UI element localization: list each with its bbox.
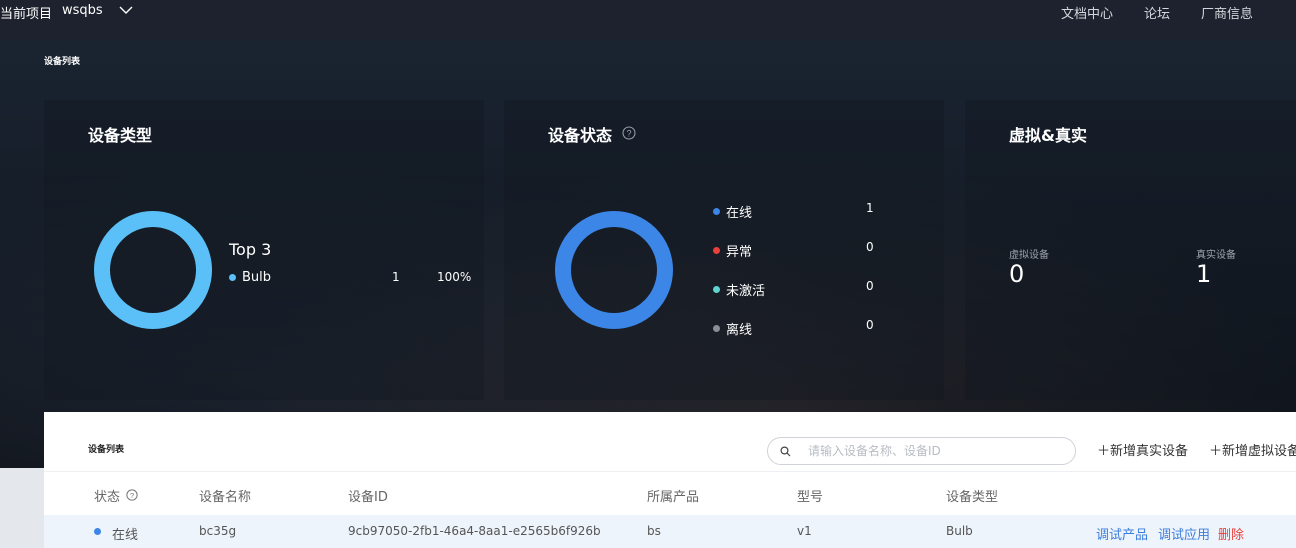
device-type-donut: [94, 211, 212, 329]
debug-application-link[interactable]: 调试应用: [1158, 524, 1210, 543]
delete-link[interactable]: 删除: [1218, 524, 1244, 543]
device-status-card: 设备状态 ? 在线 1 异常 0 未激活 0 离线 0: [504, 100, 944, 400]
column-device-id: 设备ID: [348, 490, 388, 505]
virtual-devices-label: 虚拟设备: [1009, 250, 1049, 261]
help-icon[interactable]: ?: [622, 126, 636, 140]
left-gutter: [0, 468, 44, 548]
legend-label: 离线: [726, 323, 753, 338]
add-real-device-button[interactable]: ＋新增真实设备: [1097, 440, 1188, 459]
device-status-donut: [555, 211, 673, 329]
column-model: 型号: [797, 490, 824, 505]
virtual-devices-count: 0: [1009, 260, 1025, 288]
column-device-type: 设备类型: [946, 490, 999, 505]
status-legend-offline: 离线: [713, 319, 752, 338]
device-type-card: 设备类型 Top 3 Bulb 1 100%: [44, 100, 484, 400]
column-status: 状态: [94, 490, 121, 505]
add-virtual-device-button[interactable]: ＋新增虚拟设备: [1209, 440, 1296, 459]
top3-label: Top 3: [229, 240, 272, 259]
status-count-offline: 0: [866, 318, 874, 332]
virtual-real-title: 虚拟&真实: [1009, 126, 1087, 145]
real-devices-label: 真实设备: [1196, 250, 1236, 261]
column-device-name: 设备名称: [199, 490, 252, 505]
device-status-title: 设备状态: [548, 126, 613, 145]
project-selector[interactable]: wsqbs: [62, 3, 103, 18]
row-device-id: 9cb97050-2fb1-46a4-8aa1-e2565b6f926b: [348, 524, 601, 538]
legend-dot: [713, 208, 720, 215]
legend-dot: [229, 274, 236, 281]
table-header: 状态 ? 设备名称 设备ID 所属产品 型号 设备类型: [44, 471, 1296, 515]
row-device-name: bc35g: [199, 524, 237, 538]
search-box[interactable]: [767, 437, 1076, 465]
nav-vendor-info[interactable]: 厂商信息: [1201, 3, 1253, 22]
legend-dot: [713, 325, 720, 332]
legend-label: 未激活: [726, 284, 766, 299]
top-bar: 当前项目 wsqbs 文档中心 论坛 厂商信息: [0, 0, 1296, 40]
legend-label: 在线: [726, 206, 753, 221]
bulb-percent: 100%: [437, 270, 472, 284]
legend-item-bulb: Bulb: [229, 270, 271, 285]
status-count-abnormal: 0: [866, 240, 874, 254]
project-label: 当前项目: [0, 7, 53, 22]
legend-dot: [713, 286, 720, 293]
help-icon[interactable]: ?: [126, 489, 138, 501]
row-product: bs: [647, 524, 661, 538]
legend-dot: [713, 247, 720, 254]
device-list-panel: 设备列表 ＋新增真实设备 ＋新增虚拟设备 状态 ? 设备名称 设备ID 所属产品…: [44, 412, 1296, 548]
donut-segment-bulb: [94, 211, 212, 329]
search-input[interactable]: [808, 441, 1068, 461]
status-dot: [94, 528, 101, 535]
device-list-title: 设备列表: [88, 445, 125, 455]
status-legend-online: 在线: [713, 202, 752, 221]
bulb-count: 1: [392, 270, 400, 284]
status-count-online: 1: [866, 201, 874, 215]
row-device-type: Bulb: [946, 524, 973, 538]
device-type-title: 设备类型: [88, 126, 153, 145]
donut-segment-online: [555, 211, 673, 329]
row-model: v1: [797, 524, 812, 538]
row-status: 在线: [112, 528, 139, 543]
real-devices-count: 1: [1196, 260, 1212, 288]
status-legend-abnormal: 异常: [713, 241, 752, 260]
nav-docs-center[interactable]: 文档中心: [1061, 3, 1113, 22]
column-product: 所属产品: [647, 490, 700, 505]
dashboard-hero: 设备列表 设备类型 Top 3 Bulb 1 100% 设备状态 ? 在线 1: [0, 40, 1296, 468]
svg-text:?: ?: [130, 491, 134, 500]
status-count-inactive: 0: [866, 279, 874, 293]
breadcrumb: 设备列表: [44, 57, 81, 67]
debug-product-link[interactable]: 调试产品: [1096, 524, 1148, 543]
virtual-real-card: 虚拟&真实 虚拟设备 0 真实设备 1: [965, 100, 1296, 400]
search-icon: [780, 446, 791, 457]
svg-text:?: ?: [626, 129, 631, 139]
nav-forum[interactable]: 论坛: [1144, 3, 1170, 22]
table-row[interactable]: 在线 bc35g 9cb97050-2fb1-46a4-8aa1-e2565b6…: [44, 515, 1296, 548]
legend-label: Bulb: [242, 270, 272, 285]
status-legend-inactive: 未激活: [713, 280, 765, 299]
legend-label: 异常: [726, 245, 753, 260]
chevron-down-icon[interactable]: [118, 2, 134, 18]
